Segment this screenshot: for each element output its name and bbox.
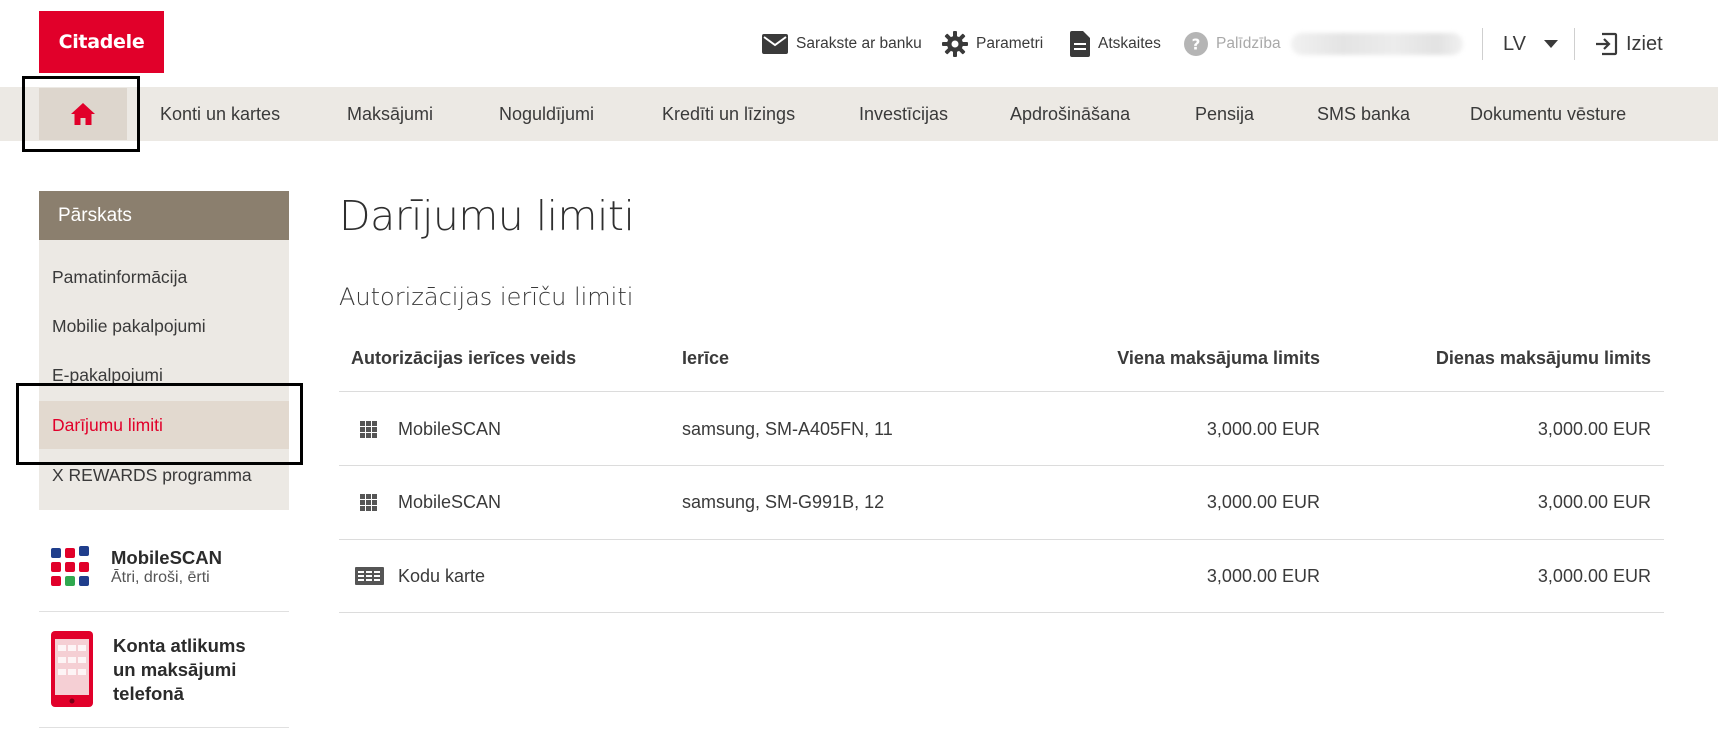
nav-deposits[interactable]: Noguldījumi [499,87,594,141]
daily-limit-cell: 3,000.00 EUR [1537,418,1651,439]
table-divider [339,539,1664,540]
page-title: Darījumu limiti [339,192,635,240]
single-limit-cell: 3,000.00 EUR [1206,491,1320,512]
nav-insurance[interactable]: Apdrošināšana [1010,87,1130,141]
nav-document-history[interactable]: Dokumentu vēsture [1470,87,1626,141]
correspondence-label: Sarakste ar banku [796,35,922,52]
single-limit-cell: 3,000.00 EUR [1206,418,1320,439]
sidebar-item-mobile-services[interactable]: Mobilie pakalpojumi [39,302,289,350]
column-header-daily-limit: Dienas maksājumu limits [1435,348,1651,368]
language-select[interactable]: LV [1503,30,1558,58]
phone-icon [51,631,93,707]
highlight-box [22,76,140,152]
reports-label: Atskaites [1098,35,1161,52]
daily-limit-cell: 3,000.00 EUR [1537,565,1651,586]
citadele-logo[interactable]: Citadele [39,11,164,73]
nav-payments[interactable]: Maksājumi [347,87,433,141]
divider [1482,28,1483,60]
table-divider [339,465,1664,466]
column-header-device-type: Autorizācijas ierīces veids [351,348,577,368]
nav-pension[interactable]: Pensija [1195,87,1254,141]
device-cell: samsung, SM-A405FN, 11 [682,418,893,439]
language-value: LV [1503,32,1526,55]
daily-limit-cell: 3,000.00 EUR [1537,491,1651,512]
nav-investments[interactable]: Investīcijas [859,87,948,141]
promo-mobilescan-subtitle: Ātri, droši, ērti [111,569,210,586]
device-type-label: MobileSCAN [398,491,502,512]
grid-icon [360,493,377,511]
grid-icon [360,420,377,438]
highlight-box [16,383,303,465]
correspondence-link[interactable]: Sarakste ar banku [762,28,922,60]
table-divider [339,391,1664,392]
divider [1574,28,1575,60]
reports-link[interactable]: Atskaites [1070,28,1161,60]
document-icon [1070,31,1090,57]
device-type-cell: Kodu karte [355,563,485,589]
logout-label: Iziet [1626,32,1663,55]
help-label: Palīdzība [1216,35,1281,52]
promo-phone-title: Konta atlikums un maksājumi telefonā [113,635,246,704]
settings-link[interactable]: Parametri [942,28,1043,60]
code-card-icon [355,567,384,585]
nav-sms-bank[interactable]: SMS banka [1317,87,1410,141]
gear-icon [942,31,968,57]
promo-mobilescan[interactable]: MobileSCAN Ātri, droši, ērti [39,532,289,612]
column-header-device: Ierīce [682,348,730,368]
device-type-cell: MobileSCAN [360,416,501,442]
section-title: Autorizācijas ierīču limiti [339,283,634,311]
device-type-cell: MobileSCAN [360,489,501,515]
device-cell: samsung, SM-G991B, 12 [682,491,885,512]
logout-icon [1596,32,1618,56]
mobilescan-grid-icon [51,546,89,586]
sidebar-item-basic-info[interactable]: Pamatinformācija [39,253,289,301]
settings-label: Parametri [976,35,1044,52]
envelope-icon [762,34,788,54]
logout-button[interactable]: Iziet [1594,28,1663,60]
table-divider [339,612,1664,613]
device-type-label: MobileSCAN [398,418,502,439]
user-name-blurred [1291,33,1463,55]
nav-accounts-cards[interactable]: Konti un kartes [160,87,280,141]
nav-loans-leasing[interactable]: Kredīti un līzings [662,87,795,141]
help-icon: ? [1184,32,1208,56]
help-link[interactable]: ? Palīdzība [1184,28,1281,60]
promo-mobilescan-title: MobileSCAN [111,547,222,568]
single-limit-cell: 3,000.00 EUR [1206,565,1320,586]
promo-phone-balance[interactable]: Konta atlikums un maksājumi telefonā [39,612,289,728]
chevron-down-icon [1543,40,1558,48]
sidebar-header[interactable]: Pārskats [39,191,289,240]
column-header-single-limit: Viena maksājuma limits [1117,348,1320,368]
svg-text:?: ? [1192,36,1201,54]
device-type-label: Kodu karte [398,565,486,586]
